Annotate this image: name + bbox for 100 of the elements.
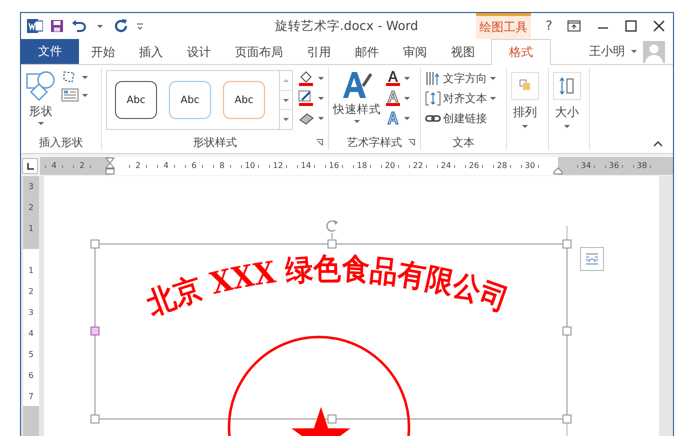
caret-icon[interactable] (490, 77, 496, 80)
shapes-icon[interactable] (25, 70, 57, 102)
resize-handle[interactable] (328, 414, 336, 424)
ruler-number: 38 (636, 162, 648, 170)
ruler-number: 10 (244, 162, 256, 170)
ruler-number: 2 (135, 162, 141, 170)
wordart-arc-text: 北京 XXX 绿色食品有限公司 (142, 252, 515, 322)
caret-icon[interactable] (404, 116, 410, 120)
rotation-handle-icon[interactable] (326, 220, 338, 240)
text-fill-icon[interactable] (385, 70, 401, 86)
group-label: 文本 (452, 136, 476, 150)
ribbon-tab[interactable]: 开始 (79, 39, 127, 65)
shapes-button[interactable]: 形状 (29, 104, 53, 119)
caret-icon[interactable] (82, 76, 88, 78)
ruler-number: 36 (608, 162, 620, 170)
caret-icon[interactable] (404, 76, 410, 80)
caret-icon[interactable] (318, 96, 324, 100)
caret-icon[interactable] (631, 50, 637, 53)
file-tab[interactable]: 文件 (21, 39, 79, 64)
ribbon-tab[interactable]: 审阅 (391, 39, 439, 65)
caret-icon[interactable] (82, 94, 88, 96)
ruler-number: 18 (356, 162, 368, 170)
layout-options-button[interactable] (580, 247, 604, 271)
resize-handle[interactable] (90, 414, 100, 424)
tab-stop-icon (26, 162, 34, 170)
text-direction-icon[interactable] (425, 71, 441, 86)
ruler-number: 1 (28, 266, 34, 274)
quick-styles-button[interactable]: 快速样式 (333, 102, 381, 117)
shape-style-option[interactable]: Abc (223, 81, 265, 119)
ruler-number: 8 (219, 162, 225, 170)
ruler-number: 4 (163, 162, 169, 170)
caret-icon[interactable] (522, 125, 528, 128)
text-command-button[interactable]: 对齐文本 (443, 91, 487, 106)
ruler-number: 2 (28, 204, 34, 212)
ruler-number: 22 (412, 162, 424, 170)
customize-icon[interactable] (136, 21, 144, 31)
caret-icon[interactable] (318, 116, 324, 120)
text-outline-icon[interactable] (385, 90, 401, 106)
ruler-number: 5 (28, 350, 34, 358)
arrange-icon[interactable] (511, 72, 539, 100)
window-title: 旋转艺术字.docx - Word (274, 18, 420, 34)
text-effects-icon[interactable] (385, 110, 401, 126)
help-button[interactable]: ? (539, 18, 559, 34)
arrange-button[interactable]: 排列 (513, 104, 537, 121)
text-box-icon[interactable] (61, 88, 79, 102)
text-command-button[interactable]: 创建链接 (443, 111, 487, 126)
ribbon-tab[interactable]: 页面布局 (223, 39, 295, 65)
ribbon-tab[interactable]: 格式 (491, 39, 551, 65)
resize-handle[interactable] (328, 240, 336, 248)
caret-icon[interactable] (38, 122, 44, 125)
ruler-number: 12 (272, 162, 284, 170)
ruler-number: 3 (28, 308, 34, 316)
caret-icon[interactable] (490, 97, 496, 100)
resize-handle[interactable] (562, 414, 572, 424)
caret-icon[interactable] (404, 96, 410, 100)
ruler-number: 2 (79, 162, 85, 170)
size-icon[interactable] (553, 72, 581, 100)
tab-stop-selector[interactable] (22, 158, 38, 174)
indent-marker-icon[interactable] (105, 157, 115, 175)
ruler-number: 6 (191, 162, 197, 170)
resize-handle[interactable] (562, 240, 572, 248)
ribbon-display-icon[interactable] (567, 20, 581, 32)
collapse-ribbon-icon[interactable] (653, 140, 663, 147)
layout-options-icon (585, 253, 599, 265)
adjust-handle[interactable] (90, 326, 100, 336)
ruler-number: 14 (300, 162, 312, 170)
dialog-launcher-icon[interactable] (408, 139, 415, 146)
ribbon-tab[interactable]: 插入 (127, 39, 175, 65)
ribbon-tab[interactable]: 视图 (439, 39, 487, 65)
caret-icon[interactable] (564, 125, 570, 128)
ribbon-tab[interactable]: 邮件 (343, 39, 391, 65)
shape-style-option[interactable]: Abc (169, 81, 211, 119)
ribbon-tab[interactable]: 设计 (175, 39, 223, 65)
redo-icon[interactable] (113, 18, 129, 34)
size-button[interactable]: 大小 (555, 104, 579, 121)
ruler-number: 3 (28, 182, 34, 190)
caret-icon[interactable] (318, 76, 324, 80)
undo-icon[interactable] (71, 19, 87, 33)
ruler-number: 24 (440, 162, 452, 170)
caret-icon[interactable] (97, 24, 103, 28)
dialog-launcher-icon[interactable] (316, 139, 323, 146)
ruler-number: 26 (468, 162, 480, 170)
wordart-quick-styles-icon[interactable] (341, 70, 373, 100)
resize-handle[interactable] (562, 326, 572, 336)
shape-style-option[interactable]: Abc (115, 81, 157, 119)
word-logo-icon (27, 18, 43, 34)
align-text-icon[interactable] (425, 91, 441, 106)
shape-fill-icon[interactable] (297, 70, 315, 86)
shape-outline-icon[interactable] (297, 90, 315, 106)
maximize-icon[interactable] (625, 20, 637, 32)
resize-handle[interactable] (90, 240, 100, 248)
user-name[interactable]: 王小明 (589, 43, 625, 60)
ribbon-tab[interactable]: 引用 (295, 39, 343, 65)
save-icon[interactable] (50, 19, 64, 33)
close-icon[interactable] (653, 20, 665, 32)
ruler-number: 7 (28, 392, 34, 400)
caret-icon[interactable] (354, 120, 360, 123)
ruler-number: 30 (524, 162, 536, 170)
ruler-number: 16 (328, 162, 340, 170)
text-command-button[interactable]: 文字方向 (443, 71, 487, 86)
